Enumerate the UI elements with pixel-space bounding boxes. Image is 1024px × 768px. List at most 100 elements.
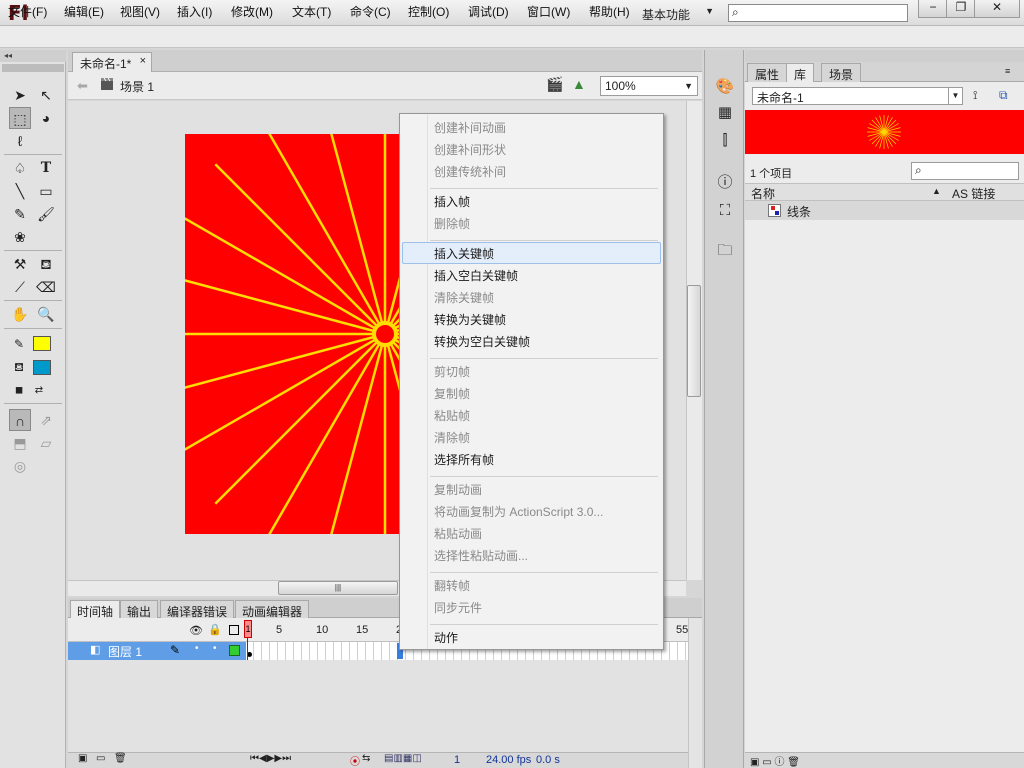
library-document-select[interactable]: 未命名-1 ▼	[752, 87, 963, 105]
scene-label[interactable]: 场景 1	[120, 78, 154, 95]
paint-bucket-tool-icon[interactable]: ⛾	[35, 253, 57, 275]
library-footer-icons[interactable]: ▣ ▭ ⓘ 🗑	[750, 753, 800, 768]
swap-colors-icon[interactable]: ⇄	[28, 380, 50, 402]
color-panel-icon[interactable]: 🎨	[714, 76, 736, 98]
menu-window[interactable]: 窗口(W)	[527, 3, 570, 20]
tab-properties[interactable]: 属性	[747, 63, 788, 82]
components-panel-icon[interactable]: 🗀	[714, 240, 736, 262]
fill-color-swatch[interactable]	[33, 360, 51, 375]
stage-vertical-scroll-thumb[interactable]	[687, 285, 701, 397]
layer-lock-dot[interactable]: •	[213, 643, 217, 654]
pin-library-icon[interactable]: ⟟	[973, 88, 977, 103]
library-panel-header[interactable]	[745, 50, 1024, 62]
maximize-button[interactable]: ❐	[946, 0, 976, 18]
minimize-button[interactable]: −	[918, 0, 948, 18]
align-panel-icon[interactable]: ⫿	[714, 130, 736, 152]
eyedropper-tool-icon[interactable]: ⟋	[9, 276, 31, 298]
edit-scene-icon[interactable]: 🎬	[546, 76, 563, 93]
menu-file[interactable]: 文件(F)	[8, 3, 47, 20]
scale-icon[interactable]: ⬒	[9, 432, 31, 454]
onion-skin-icon[interactable]: ▤▥▦◫	[384, 753, 422, 764]
back-arrow-icon[interactable]: ⬅	[77, 78, 88, 94]
distort-icon[interactable]: ◎	[9, 455, 31, 477]
document-tab[interactable]: 未命名-1* ×	[72, 52, 152, 72]
help-search-input[interactable]: ⌕	[728, 4, 908, 22]
menu-edit[interactable]: 编辑(E)	[64, 3, 104, 20]
menu-insert[interactable]: 插入(I)	[177, 3, 212, 20]
workspace-switcher[interactable]: 基本功能 ▼	[632, 3, 718, 23]
layer-outline-color[interactable]	[229, 645, 240, 656]
close-icon[interactable]: ×	[140, 55, 146, 67]
frame-rate[interactable]: 24.00 fps	[486, 754, 531, 766]
menu-item[interactable]: 选择所有帧	[434, 451, 494, 468]
menu-help[interactable]: 帮助(H)	[589, 3, 630, 20]
tab-library[interactable]: 库	[786, 63, 815, 82]
swatches-panel-icon[interactable]: ▦	[714, 102, 736, 124]
timeline-vertical-scrollbar[interactable]	[688, 618, 702, 768]
loop-icon[interactable]: ⇆	[362, 753, 370, 764]
subselection-tool-icon[interactable]: ↖	[35, 84, 57, 106]
edit-symbols-icon[interactable]: ▲	[572, 76, 586, 92]
zoom-select[interactable]: 100% ▼	[600, 76, 698, 96]
library-search-input[interactable]: ⌕	[911, 162, 1019, 180]
new-layer-icon[interactable]: ▣	[78, 753, 87, 764]
menu-debug[interactable]: 调试(D)	[468, 3, 509, 20]
smooth-icon[interactable]: ⇗	[35, 409, 57, 431]
panel-grip[interactable]	[2, 64, 64, 72]
tab-motion-editor[interactable]: 动画编辑器	[235, 600, 310, 619]
eraser-tool-icon[interactable]: ⌫	[35, 276, 57, 298]
layer-visible-dot[interactable]: •	[195, 643, 199, 654]
snap-to-objects-icon[interactable]: ∩	[9, 409, 31, 431]
playback-controls-icon[interactable]: ⏮◀▶▶⏭	[250, 753, 291, 764]
menu-commands[interactable]: 命令(C)	[350, 3, 391, 20]
library-item-name[interactable]: 线条	[787, 203, 811, 220]
tab-timeline[interactable]: 时间轴	[70, 600, 121, 619]
menu-item[interactable]: 插入帧	[434, 193, 470, 210]
new-library-panel-icon[interactable]: ⧉	[999, 88, 1008, 103]
menu-text[interactable]: 文本(T)	[292, 3, 331, 20]
column-as-linkage[interactable]: AS 链接	[952, 185, 995, 202]
tab-output[interactable]: 输出	[120, 600, 159, 619]
bone-tool-icon[interactable]: ⚒	[9, 253, 31, 275]
delete-layer-icon[interactable]: 🗑	[114, 753, 127, 764]
black-white-icon[interactable]: ◼	[8, 380, 30, 402]
lock-icon[interactable]: 🔒	[208, 623, 222, 636]
outline-icon[interactable]	[229, 625, 239, 635]
new-folder-icon[interactable]: ▭	[96, 753, 105, 764]
rectangle-tool-icon[interactable]: ▭	[35, 180, 57, 202]
3d-rotation-tool-icon[interactable]: ◕	[35, 107, 57, 129]
panel-menu-icon[interactable]: ≡	[1005, 66, 1010, 76]
center-frame-icon[interactable]: ⦿	[350, 753, 360, 768]
brush-tool-icon[interactable]: 🖌	[35, 203, 57, 225]
sunburst-center[interactable]	[372, 321, 398, 347]
stage-horizontal-scroll-thumb[interactable]: |||	[278, 581, 398, 595]
pencil-tool-icon[interactable]: ✎	[9, 203, 31, 225]
text-tool-icon[interactable]: T	[35, 157, 57, 179]
tab-scene[interactable]: 场景	[821, 63, 862, 82]
playhead-handle[interactable]: 1	[244, 620, 252, 638]
menu-item[interactable]: 动作	[434, 629, 458, 646]
lasso-tool-icon[interactable]: ℓ	[9, 130, 31, 152]
menu-item[interactable]: 转换为空白关键帧	[434, 333, 530, 350]
line-tool-icon[interactable]: ╲	[9, 180, 31, 202]
sort-ascending-icon[interactable]: ▲	[932, 186, 941, 196]
menu-modify[interactable]: 修改(M)	[231, 3, 273, 20]
deco-tool-icon[interactable]: ❀	[9, 226, 31, 248]
zoom-tool-icon[interactable]: 🔍	[35, 303, 57, 325]
panel-collapse-icon[interactable]: ◂◂	[0, 50, 66, 62]
menu-item[interactable]: 插入空白关键帧	[434, 267, 518, 284]
stroke-color-swatch[interactable]	[33, 336, 51, 351]
selection-tool-icon[interactable]: ➤	[9, 84, 31, 106]
pen-tool-icon[interactable]: ♤	[9, 157, 31, 179]
info-panel-icon[interactable]: ⓘ	[714, 172, 736, 194]
show-hide-icon[interactable]: 👁	[189, 624, 203, 637]
close-button[interactable]: ✕	[974, 0, 1020, 18]
column-name[interactable]: 名称	[751, 185, 775, 202]
menu-control[interactable]: 控制(O)	[408, 3, 449, 20]
menu-item[interactable]: 插入关键帧	[434, 245, 494, 262]
menu-item[interactable]: 转换为关键帧	[434, 311, 506, 328]
transform-panel-icon[interactable]: ⛶	[714, 200, 736, 222]
free-transform-tool-icon[interactable]: ⬚	[9, 107, 31, 129]
menu-view[interactable]: 视图(V)	[120, 3, 160, 20]
rotate-skew-icon[interactable]: ▱	[35, 432, 57, 454]
